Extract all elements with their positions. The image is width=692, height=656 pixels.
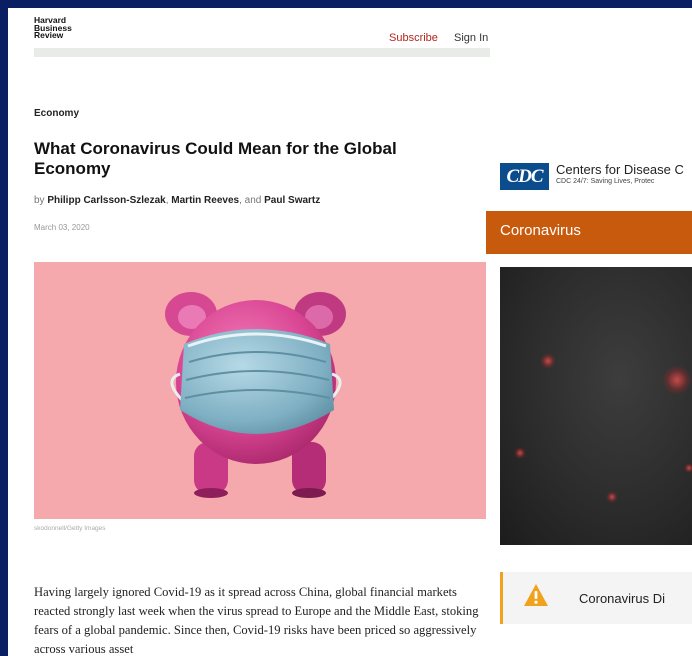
hero-image bbox=[34, 262, 486, 519]
cdc-logo: CDC bbox=[500, 163, 549, 190]
header-ad-band bbox=[34, 48, 490, 57]
virus-particle bbox=[684, 463, 692, 473]
article-body: Having largely ignored Covid-19 as it sp… bbox=[34, 585, 479, 656]
byline: by Philipp Carlsson-Szlezak, Martin Reev… bbox=[34, 195, 490, 206]
cdc-alert-box[interactable]: Coronavirus Di bbox=[500, 572, 692, 624]
piggy-bank-mask-illustration bbox=[165, 292, 346, 498]
cdc-section-header[interactable]: Coronavirus bbox=[486, 211, 692, 254]
sign-in-link[interactable]: Sign In bbox=[454, 32, 488, 44]
subscribe-link[interactable]: Subscribe bbox=[389, 32, 438, 44]
virus-particle bbox=[514, 447, 526, 459]
cdc-section-title: Coronavirus bbox=[500, 222, 581, 239]
photo-credit: skodonnell/Getty Images bbox=[34, 525, 106, 532]
byline-separator: , and bbox=[239, 195, 262, 206]
browser-viewport: Harvard Business Review Subscribe Sign I… bbox=[8, 8, 692, 656]
article-title: What Coronavirus Could Mean for the Glob… bbox=[34, 139, 397, 178]
hbr-logo[interactable]: Harvard Business Review bbox=[34, 16, 94, 40]
publish-date: March 03, 2020 bbox=[34, 223, 90, 232]
author-link[interactable]: Philipp Carlsson-Szlezak bbox=[47, 195, 165, 206]
warning-triangle-icon bbox=[524, 584, 548, 606]
section-label[interactable]: Economy bbox=[34, 108, 79, 119]
virus-image bbox=[500, 267, 692, 545]
cdc-name: Centers for Disease C bbox=[556, 162, 684, 177]
author-link[interactable]: Paul Swartz bbox=[264, 195, 320, 206]
virus-particle bbox=[662, 365, 692, 395]
hbr-header: Harvard Business Review Subscribe Sign I… bbox=[8, 8, 490, 48]
virus-particle bbox=[540, 353, 556, 369]
cdc-banner[interactable]: CDC Centers for Disease C CDC 24/7: Savi… bbox=[500, 160, 692, 196]
byline-prefix: by bbox=[34, 195, 45, 206]
cdc-tagline: CDC 24/7: Saving Lives, Protec bbox=[556, 178, 655, 185]
byline-separator: , bbox=[165, 195, 169, 206]
alert-text: Coronavirus Di bbox=[579, 591, 665, 606]
virus-particle bbox=[606, 491, 618, 503]
logo-line: Review bbox=[34, 30, 64, 40]
author-link[interactable]: Martin Reeves bbox=[171, 195, 239, 206]
